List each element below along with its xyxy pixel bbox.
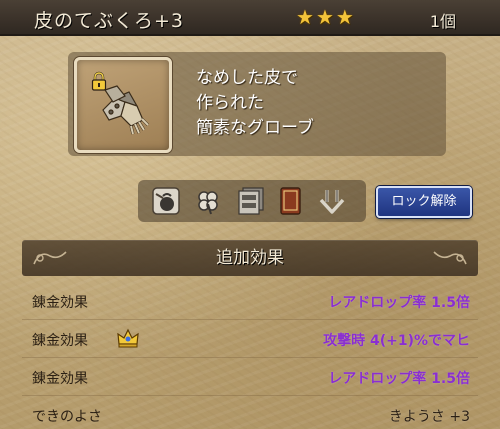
description-line: 簡素なグローブ: [196, 118, 314, 138]
item-name: 皮のてぶくろ+3: [34, 10, 185, 32]
item-header: 皮のてぶくろ+3 ★ ★ ★ 1個: [0, 0, 500, 36]
effect-row: 錬金効果 レアドロップ率 1.5倍: [22, 360, 478, 396]
star-icon: ★: [335, 5, 354, 29]
item-image: [74, 57, 172, 153]
description-line: 作られた: [196, 93, 264, 113]
quality-label: できのよさ: [32, 409, 102, 425]
effect-row: 錬金効果 攻撃時 4(+1)%でマヒ: [22, 322, 478, 358]
item-description: なめした皮で 作られた 簡素なグローブ: [196, 66, 436, 141]
quality-row: できのよさ きようさ +3: [22, 398, 478, 429]
clover-icon[interactable]: [190, 183, 226, 219]
additional-effects-header: 追加効果: [22, 240, 478, 276]
storage-drawer-icon[interactable]: [232, 183, 268, 219]
down-arrows-icon[interactable]: [314, 183, 350, 219]
effect-value: レアドロップ率 1.5倍: [328, 371, 470, 387]
effect-value: レアドロップ率 1.5倍: [328, 295, 470, 311]
effect-label: 錬金効果: [32, 333, 88, 349]
description-line: なめした皮で: [196, 68, 298, 88]
section-title: 追加効果: [216, 248, 284, 268]
item-count: 1個: [429, 12, 456, 31]
flourish-ornament-icon: [433, 251, 467, 265]
book-icon[interactable]: [272, 183, 308, 219]
crown-icon: [117, 328, 139, 348]
rarity-stars: ★ ★ ★: [296, 6, 354, 28]
effect-label: 錬金効果: [32, 295, 88, 311]
unlock-button[interactable]: ロック解除: [376, 186, 472, 218]
bag-icon[interactable]: [148, 183, 184, 219]
star-icon: ★: [315, 5, 334, 29]
effect-row: 錬金効果 レアドロップ率 1.5倍: [22, 284, 478, 320]
effect-value: 攻撃時 4(+1)%でマヒ: [323, 333, 470, 349]
quality-value: きようさ +3: [388, 409, 470, 425]
star-icon: ★: [296, 5, 314, 29]
effect-label: 錬金効果: [32, 371, 88, 387]
padlock-icon: [91, 71, 107, 91]
